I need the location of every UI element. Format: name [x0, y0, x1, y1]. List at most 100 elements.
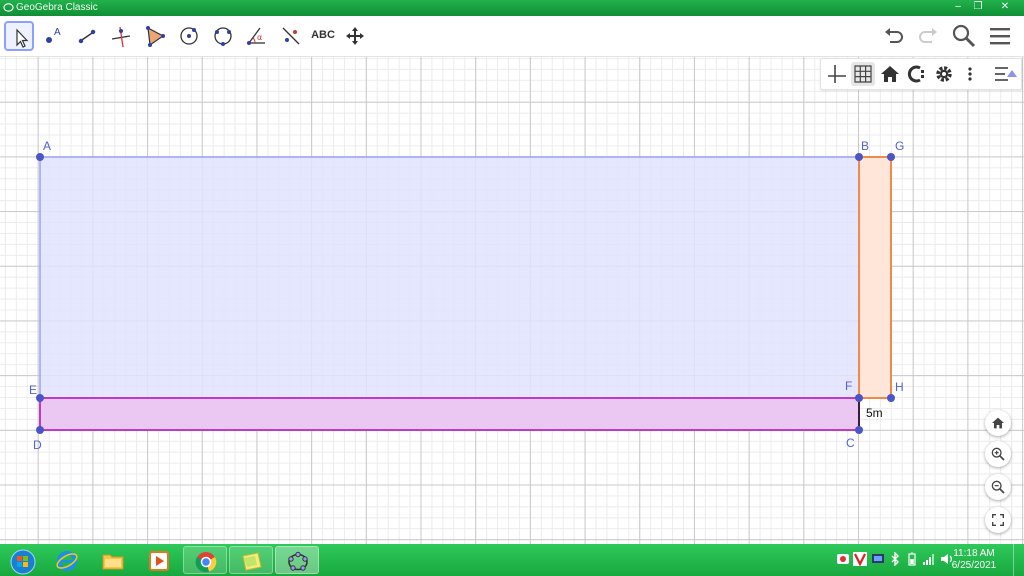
- search-button[interactable]: [950, 22, 978, 50]
- point-g[interactable]: [887, 153, 895, 161]
- chrome-icon: [195, 552, 217, 573]
- media-player-icon: [149, 551, 169, 571]
- restore-button[interactable]: ❐: [966, 0, 990, 14]
- polygon-tool-button[interactable]: [140, 21, 170, 51]
- line-icon: [78, 29, 96, 44]
- svg-text:A: A: [54, 27, 61, 38]
- taskbar-internet-explorer[interactable]: [45, 546, 89, 574]
- circle-center-tool-button[interactable]: [174, 21, 204, 51]
- point-capturing-button[interactable]: [905, 62, 929, 86]
- undo-icon: [885, 28, 903, 43]
- folder-icon: [102, 554, 124, 570]
- redo-button[interactable]: [914, 22, 942, 50]
- taskbar-sticky-notes[interactable]: [229, 546, 273, 574]
- window-titlebar: GeoGebra Classic – ❐ ✕: [0, 0, 1024, 16]
- axes-icon: [828, 65, 846, 83]
- taskbar-clock[interactable]: 11:18 AM 6/25/2021: [944, 548, 1004, 572]
- zoom-in-icon: [991, 447, 1005, 461]
- more-options-button[interactable]: [958, 62, 982, 86]
- circle-center-icon: [180, 27, 198, 45]
- point-f[interactable]: [855, 394, 863, 402]
- graphics-style-bar: [820, 58, 1022, 90]
- perpendicular-line-tool-button[interactable]: [106, 21, 136, 51]
- fullscreen-button[interactable]: [985, 507, 1011, 533]
- toggle-style-bar-button[interactable]: [993, 62, 1017, 86]
- line-tool-button[interactable]: [72, 21, 102, 51]
- point-label-h: H: [895, 380, 904, 394]
- start-button[interactable]: [0, 546, 42, 575]
- battery-icon[interactable]: [905, 552, 919, 566]
- angle-tool-button[interactable]: α: [242, 21, 272, 51]
- home-icon: [992, 417, 1004, 429]
- search-icon: [952, 24, 976, 48]
- point-a[interactable]: [36, 153, 44, 161]
- move-arrows-icon: [346, 27, 364, 45]
- point-label-e: E: [29, 383, 38, 397]
- move-graphics-view-tool-button[interactable]: [340, 21, 370, 51]
- circle-three-points-tool-button[interactable]: [208, 21, 238, 51]
- toggle-axes-button[interactable]: [825, 62, 849, 86]
- arrow-cursor-icon: [16, 28, 29, 48]
- point-d[interactable]: [36, 426, 44, 434]
- text-tool-button[interactable]: ABC: [308, 21, 338, 51]
- home-icon: [881, 66, 899, 82]
- segment-label-fc: 5m: [866, 406, 883, 420]
- tray-notification-icon[interactable]: [836, 552, 850, 566]
- reflect-icon: [282, 27, 300, 45]
- taskbar-media-player[interactable]: [137, 546, 181, 574]
- standard-view-button[interactable]: [878, 62, 902, 86]
- geogebra-app-icon: [3, 3, 14, 12]
- sticky-notes-icon: [242, 552, 262, 571]
- geogebra-icon: [288, 551, 308, 571]
- undo-button[interactable]: [880, 22, 908, 50]
- taskbar-file-explorer[interactable]: [91, 546, 135, 574]
- point-label-g: G: [895, 139, 905, 153]
- graphics-settings-button[interactable]: [932, 62, 956, 86]
- zoom-in-button[interactable]: [985, 441, 1011, 467]
- window-title: GeoGebra Classic: [16, 2, 98, 13]
- graphics-view[interactable]: A B G E F H D C 5m: [0, 57, 1024, 544]
- point-icon: A: [46, 27, 61, 43]
- rectangle-efcd[interactable]: [39, 397, 860, 431]
- close-button[interactable]: ✕: [990, 0, 1020, 14]
- standard-view-zoom-button[interactable]: [985, 410, 1011, 436]
- polygon-icon: [146, 26, 165, 47]
- network-signal-icon[interactable]: [922, 552, 936, 566]
- svg-text:α: α: [257, 33, 262, 42]
- rectangle-bghf[interactable]: [858, 156, 892, 399]
- rectangle-abfe[interactable]: [39, 156, 860, 399]
- clock-time: 11:18 AM: [953, 548, 995, 559]
- point-e[interactable]: [36, 394, 44, 402]
- zoom-out-icon: [991, 480, 1005, 494]
- angle-icon: α: [247, 27, 265, 45]
- taskbar-chrome[interactable]: [183, 546, 227, 574]
- taskbar-geogebra[interactable]: [275, 546, 319, 574]
- circle-three-points-icon: [214, 27, 232, 46]
- bluetooth-icon[interactable]: [888, 552, 902, 566]
- point-label-a: A: [43, 139, 52, 153]
- reflect-tool-button[interactable]: [276, 21, 306, 51]
- point-tool-button[interactable]: A: [38, 21, 68, 51]
- toolbar: A α ABC: [0, 16, 1024, 57]
- internet-explorer-icon: [56, 551, 78, 571]
- point-h[interactable]: [887, 394, 895, 402]
- zoom-out-button[interactable]: [985, 474, 1011, 500]
- point-label-b: B: [861, 139, 870, 153]
- geometry-layer[interactable]: [0, 57, 1024, 544]
- move-tool-button[interactable]: [4, 21, 34, 51]
- toggle-grid-button[interactable]: [851, 62, 875, 86]
- redo-icon: [919, 28, 937, 43]
- show-desktop-button[interactable]: [1013, 544, 1024, 576]
- point-b[interactable]: [855, 153, 863, 161]
- point-capturing-icon: [907, 65, 924, 83]
- hamburger-menu-icon: [990, 28, 1010, 45]
- windows-taskbar: 11:18 AM 6/25/2021: [0, 544, 1024, 576]
- perpendicular-line-icon: [111, 26, 131, 48]
- clock-date: 6/25/2021: [951, 560, 997, 571]
- point-c[interactable]: [855, 426, 863, 434]
- tray-device-icon[interactable]: [871, 552, 885, 566]
- main-menu-button[interactable]: [986, 22, 1014, 50]
- point-label-f: F: [845, 379, 853, 393]
- tray-antivirus-icon[interactable]: [853, 552, 867, 566]
- more-vertical-icon: [968, 67, 972, 81]
